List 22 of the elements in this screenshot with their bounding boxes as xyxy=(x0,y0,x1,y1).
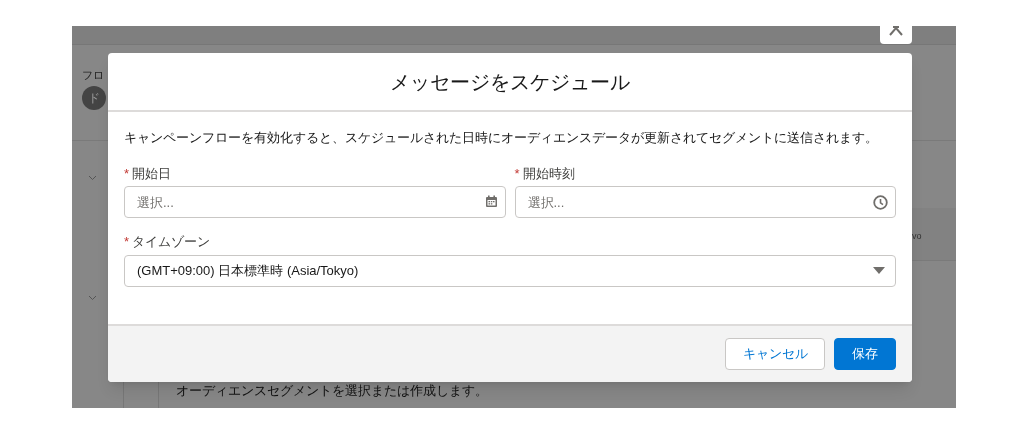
cancel-button[interactable]: キャンセル xyxy=(725,338,825,370)
timezone-select[interactable]: (GMT+09:00) 日本標準時 (Asia/Tokyo) xyxy=(124,254,896,287)
dialog-description: キャンペーンフローを有効化すると、スケジュールされた日時にオーディエンスデータが更新されてセグメントに送信されます。 xyxy=(124,130,879,147)
time-input-field[interactable]: 選択... xyxy=(514,186,896,219)
section-label: フロ xyxy=(82,68,104,83)
calendar-icon xyxy=(484,195,498,209)
status-badge: ド xyxy=(82,85,106,110)
required-mark: * xyxy=(514,164,520,183)
chevron-down-icon xyxy=(88,295,97,301)
field-label: 開始時刻 xyxy=(522,164,575,183)
field-label: タイムゾーン xyxy=(132,233,211,252)
caret-down-icon xyxy=(873,267,885,275)
field-label: 開始日 xyxy=(132,164,172,183)
required-mark: * xyxy=(124,233,130,252)
clock-icon xyxy=(873,195,888,211)
segment-hint-text: オーディエンスセグメントを選択または作成します。 xyxy=(176,383,488,399)
date-input-field[interactable]: 選択... xyxy=(124,186,506,219)
required-mark: * xyxy=(124,164,130,183)
side-text: vo xyxy=(912,230,922,243)
chevron-down-icon xyxy=(88,175,97,181)
dialog-title: メッセージをスケジュール xyxy=(390,69,630,95)
save-button[interactable]: 保存 xyxy=(834,338,896,370)
